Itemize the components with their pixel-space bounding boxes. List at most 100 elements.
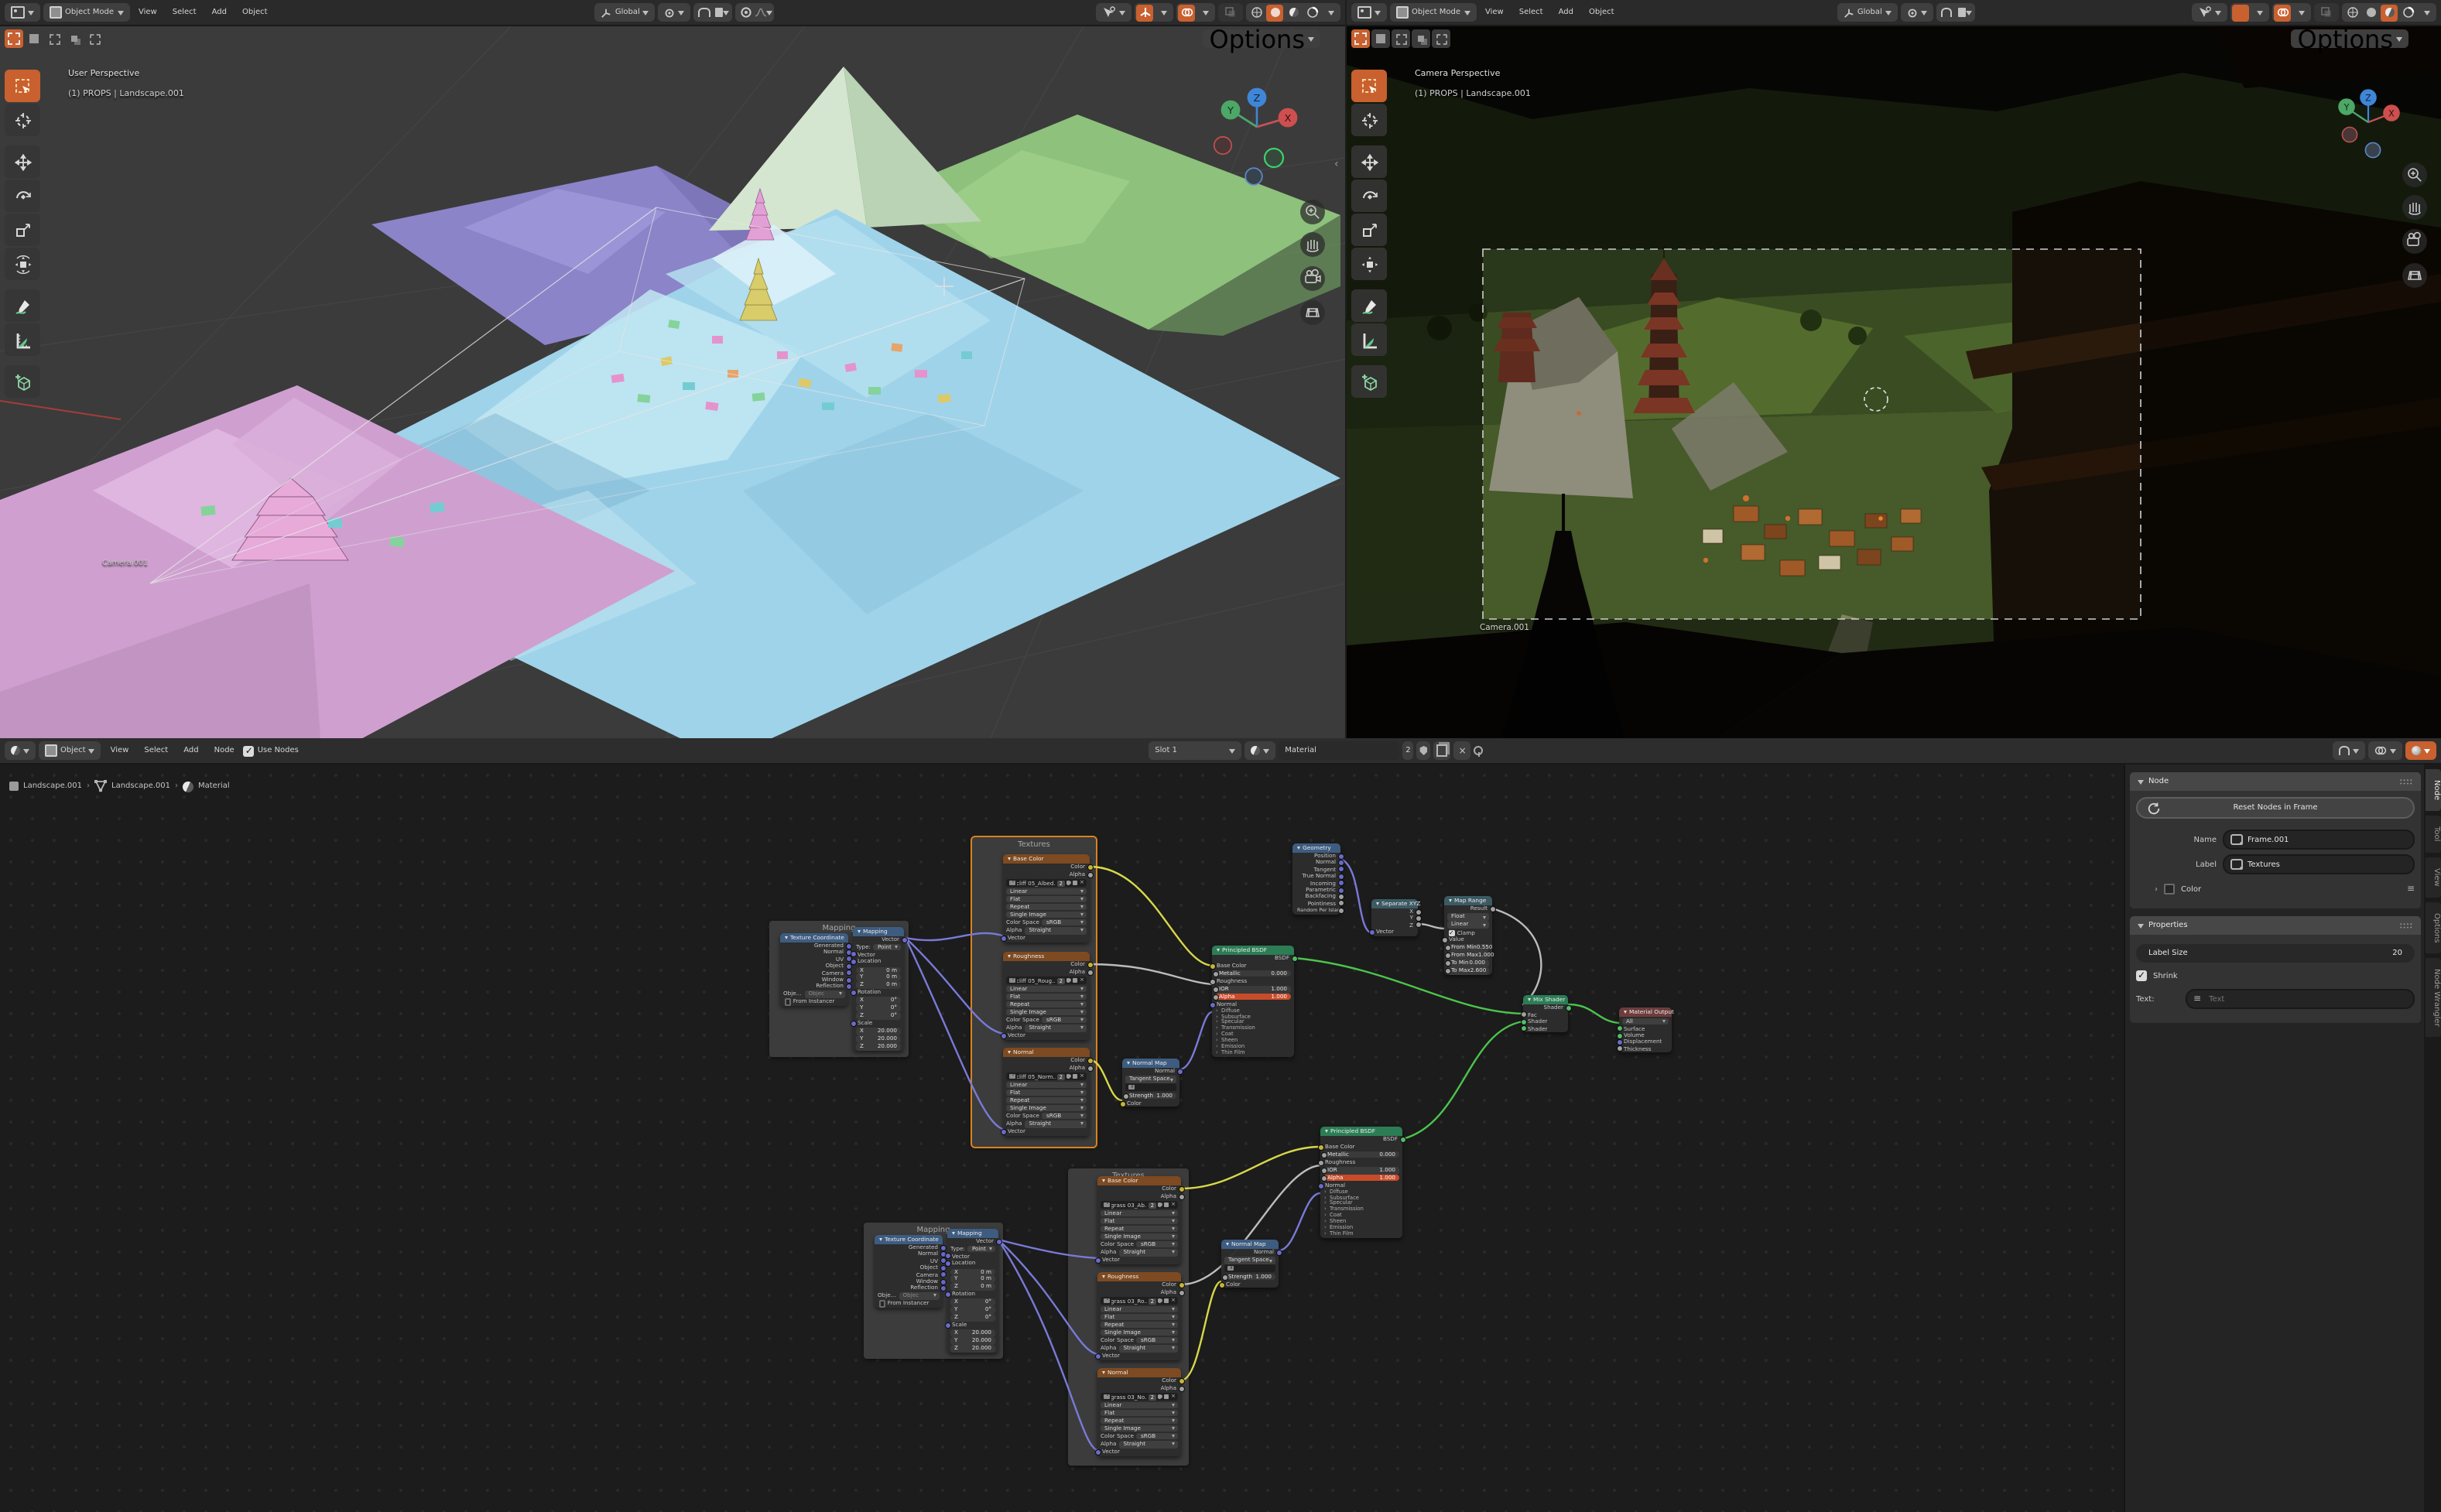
normal-map-node[interactable]: Normal Map Normal Tangent Space Strength…: [1221, 1240, 1279, 1288]
input-vector[interactable]: Vector: [853, 951, 904, 959]
text-field[interactable]: ≡: [2186, 989, 2415, 1009]
source-select[interactable]: Single Image: [1006, 1104, 1087, 1111]
source-select[interactable]: Single Image: [1006, 1008, 1087, 1015]
normal-map-node[interactable]: Normal Map Normal Tangent Space Strength…: [1122, 1059, 1179, 1107]
input-vector[interactable]: Vector: [1371, 929, 1418, 936]
camera-object-label[interactable]: Camera.001: [102, 560, 148, 568]
output-normal[interactable]: Normal: [1221, 1249, 1279, 1257]
shading-material-icon[interactable]: [1285, 4, 1302, 21]
alpha-mode-select[interactable]: Straight: [1119, 1249, 1178, 1256]
ior-slider[interactable]: IOR1.000: [1215, 986, 1291, 993]
snap-settings[interactable]: [1957, 4, 1974, 21]
snap-settings[interactable]: [714, 4, 731, 21]
from-max[interactable]: From Max1.000: [1447, 953, 1489, 960]
colorspace-select[interactable]: sRGB: [1042, 1113, 1087, 1120]
select-mode-subtract[interactable]: [1392, 29, 1410, 48]
input-vector[interactable]: Vector: [1003, 935, 1090, 942]
shield-icon[interactable]: [1157, 1394, 1162, 1400]
principled-bsdf-node[interactable]: Principled BSDF BSDF Base Color Metallic…: [1212, 946, 1294, 1057]
menu-add[interactable]: Add: [1553, 3, 1580, 22]
shading-material-icon[interactable]: [2381, 4, 2398, 21]
input-scale[interactable]: Scale: [947, 1322, 998, 1329]
snapping-magnet-icon[interactable]: [2332, 741, 2365, 760]
output-vector[interactable]: Vector: [947, 1238, 998, 1246]
interpolation-select[interactable]: Linear: [1101, 1209, 1178, 1216]
gizmo-y[interactable]: Y: [1227, 105, 1234, 117]
colorspace-select[interactable]: sRGB: [1137, 1241, 1178, 1248]
node-header[interactable]: Mix Shader: [1523, 995, 1568, 1004]
options-button[interactable]: Options: [1203, 29, 1320, 48]
from-instancer-checkbox[interactable]: [878, 1300, 885, 1307]
gizmo-z[interactable]: Z: [2365, 93, 2371, 103]
gizmo-z-neg[interactable]: [2365, 142, 2380, 157]
tool-transform[interactable]: [1351, 248, 1387, 280]
output-backfacing[interactable]: Backfacing: [1292, 894, 1340, 901]
location-z[interactable]: Z0 m: [950, 1284, 995, 1291]
tool-scale[interactable]: [1351, 214, 1387, 246]
menu-node[interactable]: Node: [208, 741, 241, 760]
pin-icon[interactable]: [1474, 745, 1482, 756]
input-color[interactable]: Color: [1221, 1281, 1279, 1288]
image-selector[interactable]: grass 03_Ab...2×: [1101, 1201, 1178, 1209]
select-mode-invert[interactable]: [1412, 29, 1430, 48]
shading-rendered-icon[interactable]: [2399, 4, 2416, 21]
image-texture-node-roughness[interactable]: Roughness Color Alpha grass 03_Ro...2× L…: [1097, 1272, 1181, 1360]
node-header[interactable]: Normal: [1097, 1368, 1181, 1377]
extension-select[interactable]: Repeat: [1101, 1321, 1178, 1328]
material-users-count[interactable]: 2: [1402, 741, 1413, 760]
interpolation-select[interactable]: Linear: [1006, 985, 1087, 992]
input-location[interactable]: Location: [947, 1261, 998, 1268]
editor-type-button[interactable]: [5, 741, 36, 760]
expand-arrow[interactable]: ›: [2136, 884, 2158, 894]
shading-wireframe-icon[interactable]: [1248, 4, 1265, 21]
snap-toggle-magnet-icon[interactable]: [1938, 4, 1955, 21]
menu-add[interactable]: Add: [177, 741, 204, 760]
gizmo-toggle-icon[interactable]: [2232, 4, 2249, 21]
proportional-falloff[interactable]: [756, 4, 773, 21]
from-instancer-checkbox[interactable]: [784, 998, 791, 1005]
principled-bsdf-node[interactable]: Principled BSDF BSDF Base Color Metallic…: [1320, 1127, 1402, 1238]
unlink-icon[interactable]: ×: [1080, 881, 1084, 886]
editor-type-button[interactable]: [1351, 3, 1387, 22]
output-alpha[interactable]: Alpha: [1097, 1385, 1181, 1393]
viewport-3d-right[interactable]: Object Mode View Select Add Object Globa…: [1347, 0, 2441, 738]
node-canvas[interactable]: Landscape.001 › Landscape.001 › Material…: [0, 765, 2424, 1512]
node-header[interactable]: Texture Coordinate: [780, 933, 848, 942]
tab-options[interactable]: Options: [2426, 901, 2441, 953]
to-min[interactable]: To Min0.000: [1447, 960, 1489, 967]
select-mode-new[interactable]: [5, 29, 23, 48]
tool-move[interactable]: [1351, 145, 1387, 178]
location-z[interactable]: Z0 m: [856, 982, 901, 989]
image-texture-node-base-color[interactable]: Base Color Color Alpha cliff 05_Albed...…: [1003, 854, 1090, 942]
alpha-mode-select[interactable]: Straight: [1025, 927, 1087, 934]
source-select[interactable]: Single Image: [1006, 911, 1087, 918]
folder-icon[interactable]: [1164, 1298, 1169, 1303]
use-nodes-checkbox[interactable]: ✓: [244, 745, 255, 756]
shading-solid-icon[interactable]: [2362, 4, 2379, 21]
node-header[interactable]: Map Range: [1444, 896, 1492, 905]
scale-y[interactable]: Y20.000: [856, 1035, 901, 1042]
mapping-node[interactable]: Mapping Vector Type:Point Vector Locatio…: [853, 927, 904, 1051]
tool-rotate[interactable]: [1351, 180, 1387, 212]
overlays-toggle-icon[interactable]: [2274, 4, 2291, 21]
scale-y[interactable]: Y20.000: [950, 1337, 995, 1344]
shader-type-select[interactable]: Object: [39, 741, 101, 760]
tool-cursor[interactable]: [5, 104, 40, 136]
menu-add[interactable]: Add: [206, 3, 233, 22]
scale-z[interactable]: Z20.000: [856, 1043, 901, 1050]
projection-select[interactable]: Flat: [1101, 1217, 1178, 1224]
shading-wireframe-icon[interactable]: [2343, 4, 2361, 21]
output-bsdf[interactable]: BSDF: [1320, 1136, 1402, 1144]
gizmo-settings[interactable]: [1155, 4, 1172, 21]
space-select[interactable]: Tangent Space: [1125, 1076, 1176, 1083]
location-x[interactable]: X0 m: [856, 966, 901, 973]
label-size-slider[interactable]: Label Size20: [2136, 944, 2415, 963]
output-camera[interactable]: Camera: [875, 1271, 943, 1278]
material-name-field[interactable]: Material: [1279, 741, 1399, 760]
shading-settings[interactable]: [2418, 4, 2435, 21]
xray-toggle-icon[interactable]: [1218, 3, 1243, 22]
texture-coordinate-node[interactable]: Texture Coordinate Generated Normal UV O…: [780, 933, 848, 1006]
separate-xyz-node[interactable]: Separate XYZ X Y Z Vector: [1371, 899, 1418, 936]
input-rotation[interactable]: Rotation: [947, 1291, 998, 1299]
object-picker[interactable]: Objec: [805, 990, 846, 997]
